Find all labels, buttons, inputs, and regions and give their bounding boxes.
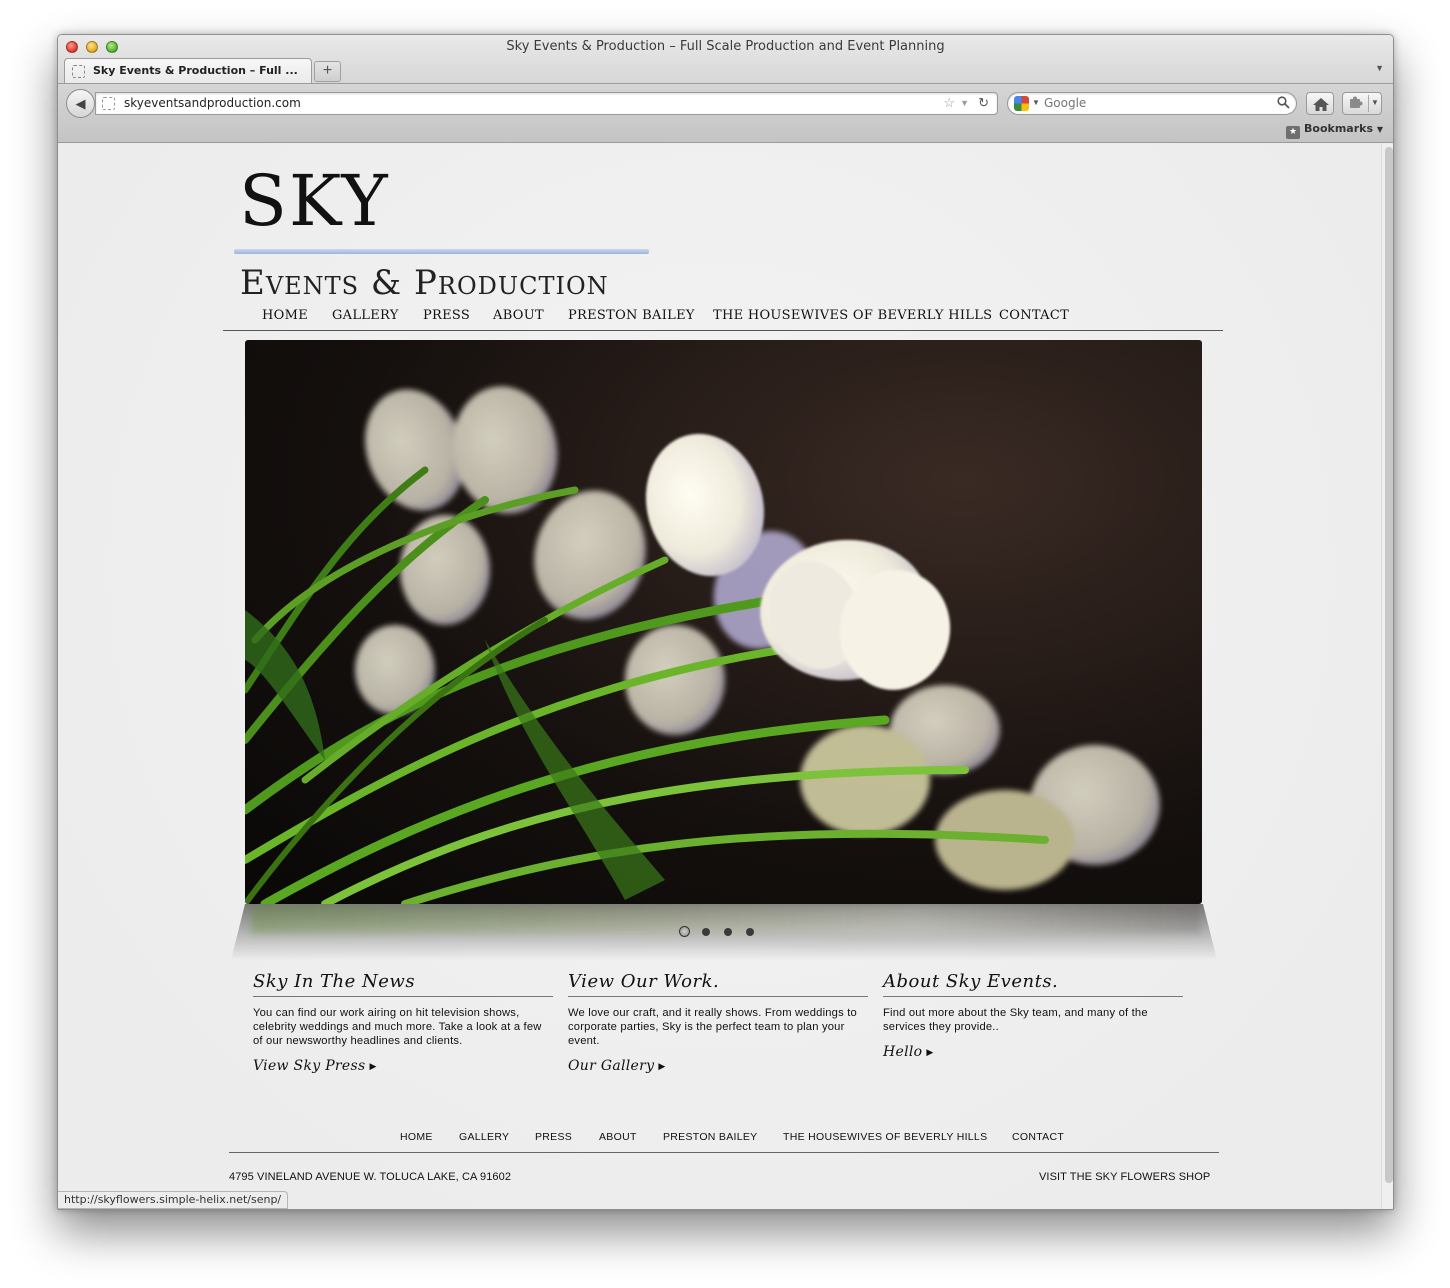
puzzle-icon [1350, 96, 1363, 108]
engine-dropdown-icon[interactable]: ▼ [1032, 98, 1040, 107]
nav-housewives[interactable]: THE HOUSEWIVES OF BEVERLY HILLS [713, 308, 992, 323]
footer-nav-home[interactable]: HOME [400, 1131, 433, 1143]
scrollbar-thumb[interactable] [1385, 147, 1393, 1183]
new-tab-button[interactable]: + [314, 61, 341, 82]
addon-dropdown-icon[interactable]: ▼ [1371, 98, 1379, 107]
address-bar[interactable]: skyeventsandproduction.com ☆ ▼ ↻ [95, 92, 998, 115]
nav-preston-bailey[interactable]: PRESTON BAILEY [568, 308, 695, 323]
tulip-photo [245, 386, 1160, 904]
browser-tab[interactable]: Sky Events & Production – Full ... [64, 58, 312, 83]
about-column: About Sky Events. Find out more about th… [883, 970, 1183, 1061]
bookmark-star-icon[interactable]: ☆ [943, 95, 955, 111]
about-body: Find out more about the Sky team, and ma… [883, 1007, 1148, 1033]
footer-nav-preston-bailey[interactable]: PRESTON BAILEY [663, 1131, 757, 1143]
hello-link[interactable]: Hello ▶ [883, 1044, 934, 1060]
footer-nav-about[interactable]: ABOUT [599, 1131, 637, 1143]
footer-address: 4795 VINELAND AVENUE W. TOLUCA LAKE, CA … [229, 1171, 512, 1183]
slider-dot-3[interactable] [724, 928, 732, 936]
main-nav: HOME GALLERY PRESS ABOUT PRESTON BAILEY … [223, 307, 1223, 331]
page-favicon-icon [72, 65, 85, 78]
page-viewport: SKY Events & Production HOME GALLERY PRE… [58, 143, 1381, 1209]
bookmarks-star-icon: ★ [1286, 126, 1300, 139]
home-icon [1313, 98, 1329, 111]
footer-nav-press[interactable]: PRESS [535, 1131, 572, 1143]
arrow-right-icon: ▶ [369, 1062, 377, 1072]
home-button[interactable] [1306, 92, 1334, 115]
nav-home[interactable]: HOME [262, 308, 308, 323]
slider-dot-4[interactable] [746, 928, 754, 936]
arrow-right-icon: ▶ [658, 1062, 666, 1072]
bookmarks-label: Bookmarks [1304, 122, 1373, 135]
addon-separator [1368, 95, 1369, 112]
footer-nav-contact[interactable]: CONTACT [1012, 1131, 1064, 1143]
back-arrow-icon: ◀ [75, 96, 86, 111]
gallery-link[interactable]: Our Gallery ▶ [568, 1058, 666, 1074]
arrow-right-icon: ▶ [926, 1048, 934, 1058]
tab-list-dropdown-icon[interactable]: ▼ [1375, 63, 1384, 73]
nav-about[interactable]: ABOUT [493, 308, 544, 323]
search-bar[interactable]: ▼ [1007, 92, 1297, 115]
bookmarks-menu[interactable]: ★ Bookmarks ▼ [1286, 122, 1383, 139]
news-body: You can find our work airing on hit tele… [253, 1007, 542, 1047]
toolbar-divider [58, 83, 1393, 84]
footer-nav-gallery[interactable]: GALLERY [459, 1131, 509, 1143]
search-engine-icon[interactable] [1014, 96, 1029, 111]
about-title: About Sky Events. [883, 970, 1183, 997]
hero-slider[interactable] [245, 340, 1202, 904]
history-dropdown-icon[interactable]: ▼ [960, 98, 969, 108]
search-input[interactable] [1044, 96, 1264, 110]
footer-nav: HOME GALLERY PRESS ABOUT PRESTON BAILEY … [229, 1129, 1219, 1153]
addon-button[interactable]: ▼ [1342, 92, 1382, 115]
window-title: Sky Events & Production – Full Scale Pro… [506, 39, 945, 54]
back-button[interactable]: ◀ [66, 89, 95, 118]
bookmarks-dropdown-icon: ▼ [1376, 125, 1383, 134]
site-logo[interactable]: SKY Events & Production [234, 160, 654, 303]
browser-chrome: Sky Events & Production – Full Scale Pro… [58, 35, 1393, 143]
logo-rule [234, 249, 649, 254]
logo-subtitle: Events & Production [240, 263, 609, 303]
work-column: View Our Work. We love our craft, and it… [568, 970, 868, 1075]
site-identity-icon[interactable] [102, 97, 115, 110]
news-title: Sky In The News [253, 970, 553, 997]
vertical-scrollbar[interactable] [1381, 143, 1393, 1209]
browser-window: Sky Events & Production – Full Scale Pro… [57, 34, 1394, 1210]
reload-icon[interactable]: ↻ [978, 95, 989, 111]
view-press-link[interactable]: View Sky Press ▶ [253, 1058, 377, 1074]
slider-dot-2[interactable] [702, 928, 710, 936]
url-text[interactable]: skyeventsandproduction.com [124, 96, 301, 110]
nav-gallery[interactable]: GALLERY [332, 308, 399, 323]
status-bar-url: http://skyflowers.simple-helix.net/senp/ [58, 1191, 289, 1209]
slider-dot-1[interactable] [679, 926, 690, 937]
news-column: Sky In The News You can find our work ai… [253, 970, 553, 1075]
nav-press[interactable]: PRESS [423, 308, 470, 323]
work-body: We love our craft, and it really shows. … [568, 1007, 857, 1047]
flowers-shop-link[interactable]: VISIT THE SKY FLOWERS SHOP [1039, 1171, 1210, 1183]
work-title: View Our Work. [568, 970, 868, 997]
logo-title: SKY [239, 160, 390, 242]
nav-contact[interactable]: CONTACT [999, 308, 1069, 323]
tab-label: Sky Events & Production – Full ... [93, 64, 298, 77]
magnifier-icon[interactable] [1277, 96, 1290, 109]
footer-nav-housewives[interactable]: THE HOUSEWIVES OF BEVERLY HILLS [783, 1131, 987, 1143]
